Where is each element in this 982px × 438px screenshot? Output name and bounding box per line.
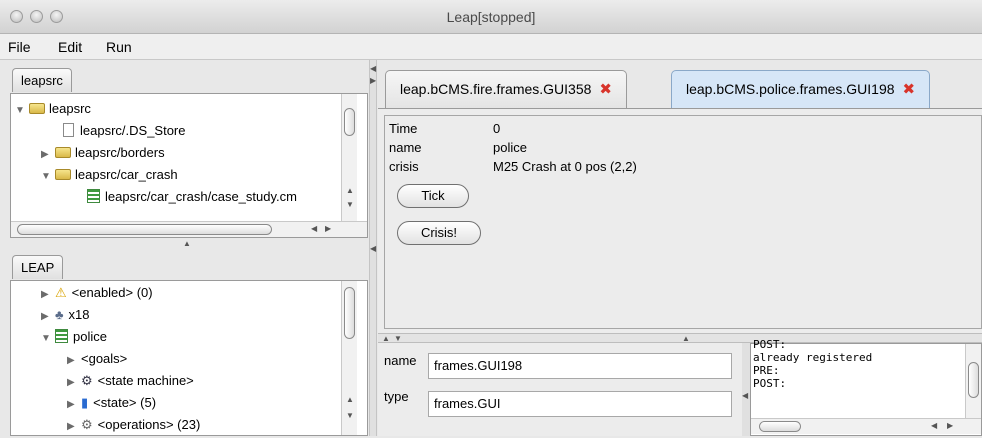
tree-item-goals[interactable]: ▶ <goals> <box>67 348 127 370</box>
row-key-name: name <box>389 140 422 155</box>
model-file-icon <box>87 189 100 203</box>
log-text: POST: already registered PRE: POST: <box>753 338 873 390</box>
warning-icon: ⚠ <box>55 285 67 300</box>
scroll-thumb[interactable] <box>17 224 272 235</box>
operations-icon: ⚙ <box>81 417 93 432</box>
gui-frame-area: Time name crisis 0 police M25 Crash at 0… <box>378 108 982 333</box>
gui-values: 0 police M25 Crash at 0 pos (2,2) <box>493 119 637 176</box>
collapse-arrow-icon[interactable]: ▶ <box>41 306 55 328</box>
tree-item-case-study[interactable]: leapsrc/car_crash/case_study.cm <box>87 186 339 208</box>
folder-icon <box>29 103 45 114</box>
name-label: name <box>384 353 417 368</box>
tab-leapsrc[interactable]: leapsrc <box>12 68 72 92</box>
row-value-time: 0 <box>493 121 501 136</box>
folder-icon <box>55 169 71 180</box>
collapse-arrow-icon[interactable]: ▶ <box>41 144 55 166</box>
window-title: Leap[stopped] <box>446 9 536 25</box>
scroll-right-icon[interactable]: ▶ <box>947 421 953 430</box>
split-up-icon[interactable]: ▲ <box>382 334 390 343</box>
leap-tree-panel: ▶ ⚠ <enabled> (0) ▶ ♣ x18 ▼ police ▶ <goals> ▶… <box>10 280 368 436</box>
scroll-left-icon[interactable]: ◀ <box>311 224 317 233</box>
menu-run[interactable]: Run <box>106 39 132 55</box>
name-field[interactable]: frames.GUI198 <box>428 353 732 379</box>
vertical-scrollbar[interactable]: ▲ ▼ <box>341 281 357 435</box>
tree-item-car-crash[interactable]: ▼ leapsrc/car_crash <box>41 164 178 186</box>
scroll-left-icon[interactable]: ◀ <box>931 421 937 430</box>
collapse-arrow-icon[interactable]: ▶ <box>67 416 81 438</box>
close-tab-icon[interactable]: ✖ <box>599 72 612 108</box>
split-handle-icon[interactable]: ◀ <box>370 244 376 253</box>
model-file-icon <box>55 329 68 343</box>
log-split-divider[interactable]: ◀ <box>742 343 750 436</box>
split-down-icon[interactable]: ▼ <box>394 334 402 343</box>
horizontal-scrollbar[interactable]: ◀ ▶ <box>11 221 367 237</box>
scroll-thumb[interactable] <box>759 421 801 432</box>
vertical-scrollbar[interactable] <box>965 344 981 418</box>
expand-arrow-icon[interactable]: ▼ <box>41 328 55 350</box>
scroll-down-icon[interactable]: ▼ <box>346 411 354 420</box>
horizontal-scrollbar[interactable]: ◀ ▶ <box>751 418 981 434</box>
row-value-name: police <box>493 140 527 155</box>
collapse-arrow-icon[interactable]: ▶ <box>67 394 81 416</box>
properties-panel: name frames.GUI198 type frames.GUI <box>378 343 742 436</box>
split-handle-icon[interactable]: ▲ <box>682 334 690 343</box>
file-icon <box>63 123 74 137</box>
network-icon: ♣ <box>55 307 64 322</box>
type-field[interactable]: frames.GUI <box>428 391 732 417</box>
tree-item-police[interactable]: ▼ police <box>41 326 107 348</box>
menu-file[interactable]: File <box>8 39 31 55</box>
database-icon: ▮ <box>81 395 89 410</box>
gui-frame-panel: Time name crisis 0 police M25 Crash at 0… <box>384 115 982 329</box>
collapse-arrow-icon[interactable]: ▶ <box>67 372 81 394</box>
tab-fire-gui[interactable]: leap.bCMS.fire.frames.GUI358 ✖ <box>385 70 627 108</box>
tree-item-state-machine[interactable]: ▶ ⚙ <state machine> <box>67 370 194 392</box>
scroll-thumb[interactable] <box>344 108 355 136</box>
scroll-down-icon[interactable]: ▼ <box>346 200 354 209</box>
tree-item-borders[interactable]: ▶ leapsrc/borders <box>41 142 165 164</box>
tree-item-enabled[interactable]: ▶ ⚠ <enabled> (0) <box>41 282 153 304</box>
log-panel: POST: already registered PRE: POST: ◀ ▶ <box>750 338 982 436</box>
row-value-crisis: M25 Crash at 0 pos (2,2) <box>493 159 637 174</box>
scroll-right-icon[interactable]: ▶ <box>325 224 331 233</box>
close-tab-icon[interactable]: ✖ <box>903 72 916 108</box>
type-label: type <box>384 389 409 404</box>
gui-keys: Time name crisis <box>389 119 422 176</box>
title-bar: Leap[stopped] <box>0 0 982 34</box>
tree-item-ds-store[interactable]: leapsrc/.DS_Store <box>61 120 186 142</box>
scroll-up-icon[interactable]: ▲ <box>346 395 354 404</box>
crisis-button[interactable]: Crisis! <box>397 221 481 245</box>
split-handle-icon[interactable]: ◀ <box>742 391 748 400</box>
split-right-icon[interactable]: ▶ <box>370 76 376 85</box>
row-key-crisis: crisis <box>389 159 419 174</box>
tree-item-operations[interactable]: ▶ ⚙ <operations> (23) <box>67 414 200 436</box>
tree-item-x18[interactable]: ▶ ♣ x18 <box>41 304 90 326</box>
tab-police-gui[interactable]: leap.bCMS.police.frames.GUI198 ✖ <box>671 70 931 108</box>
vertical-scrollbar[interactable]: ▲ ▼ <box>341 94 357 221</box>
row-key-time: Time <box>389 121 418 136</box>
tree-item-state[interactable]: ▶ ▮ <state> (5) <box>67 392 156 414</box>
collapse-arrow-icon[interactable]: ▶ <box>41 284 55 306</box>
tab-leap[interactable]: LEAP <box>12 255 64 279</box>
leapsrc-tree-panel: ▼ leapsrc leapsrc/.DS_Store ▶ leapsrc/bord… <box>10 93 368 238</box>
scroll-thumb[interactable] <box>968 362 979 398</box>
menu-bar: File Edit Run <box>0 34 982 60</box>
scroll-thumb[interactable] <box>344 287 355 339</box>
expand-arrow-icon[interactable]: ▼ <box>15 100 29 122</box>
main-split-divider[interactable]: ◀ ▶ ◀ <box>369 60 377 436</box>
folder-icon <box>55 147 71 158</box>
collapse-arrow-icon[interactable]: ▶ <box>67 350 81 372</box>
scroll-up-icon[interactable]: ▲ <box>346 186 354 195</box>
tree-item-leapsrc[interactable]: ▼ leapsrc <box>15 98 91 120</box>
tick-button[interactable]: Tick <box>397 184 469 208</box>
menu-edit[interactable]: Edit <box>58 39 82 55</box>
split-handle-icon[interactable]: ▲ <box>183 239 191 248</box>
split-left-icon[interactable]: ◀ <box>370 64 376 73</box>
state-machine-icon: ⚙ <box>81 373 93 388</box>
expand-arrow-icon[interactable]: ▼ <box>41 166 55 188</box>
